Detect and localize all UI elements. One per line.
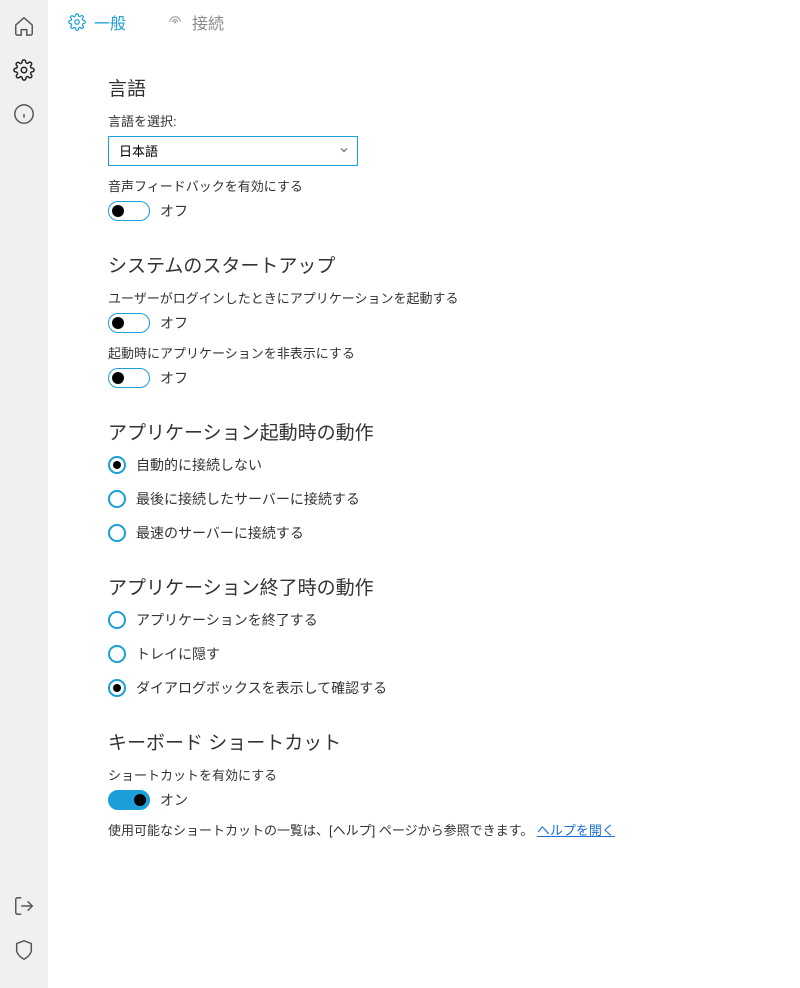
enable-shortcuts-toggle[interactable] bbox=[108, 790, 150, 810]
toggle-state-label: オン bbox=[160, 790, 188, 810]
settings-content: 言語 言語を選択: 日本語 音声フィードバックを有効にする オフ システムのスタ… bbox=[48, 44, 800, 909]
radio-last-server[interactable]: 最後に接続したサーバーに接続する bbox=[108, 489, 760, 509]
voice-feedback-toggle[interactable] bbox=[108, 201, 150, 221]
radio-confirm-dialog[interactable]: ダイアログボックスを表示して確認する bbox=[108, 678, 760, 698]
gear-icon bbox=[68, 13, 86, 31]
section-shortcuts: キーボード ショートカット ショートカットを有効にする オン 使用可能なショート… bbox=[108, 728, 760, 839]
section-title: システムのスタートアップ bbox=[108, 251, 760, 278]
language-select-label: 言語を選択: bbox=[108, 111, 760, 130]
launch-on-login-toggle[interactable] bbox=[108, 313, 150, 333]
signal-icon bbox=[166, 13, 184, 31]
tab-label: 一般 bbox=[94, 10, 126, 34]
help-text-body: 使用可能なショートカットの一覧は、[ヘルプ] ページから参照できます。 bbox=[108, 823, 537, 838]
shortcuts-help-text: 使用可能なショートカットの一覧は、[ヘルプ] ページから参照できます。 ヘルプを… bbox=[108, 820, 760, 839]
info-icon[interactable] bbox=[6, 96, 42, 132]
radio-quit-app[interactable]: アプリケーションを終了する bbox=[108, 610, 760, 630]
radio-label: ダイアログボックスを表示して確認する bbox=[136, 678, 387, 698]
tab-connection[interactable]: 接続 bbox=[166, 2, 224, 42]
radio-no-auto-connect[interactable]: 自動的に接続しない bbox=[108, 455, 760, 475]
radio-fastest-server[interactable]: 最速のサーバーに接続する bbox=[108, 523, 760, 543]
tab-bar: 一般 接続 bbox=[48, 0, 800, 44]
radio-label: アプリケーションを終了する bbox=[136, 610, 318, 630]
radio-label: トレイに隠す bbox=[136, 644, 220, 664]
radio-icon bbox=[108, 524, 126, 542]
section-title: 言語 bbox=[108, 74, 760, 101]
toggle-state-label: オフ bbox=[160, 313, 188, 333]
toggle-state-label: オフ bbox=[160, 368, 188, 388]
radio-icon bbox=[108, 645, 126, 663]
tab-general[interactable]: 一般 bbox=[68, 2, 126, 42]
open-help-link[interactable]: ヘルプを開く bbox=[537, 823, 615, 838]
tab-label: 接続 bbox=[192, 10, 224, 34]
sidebar bbox=[0, 0, 48, 988]
language-select[interactable]: 日本語 bbox=[108, 136, 358, 166]
section-on-close: アプリケーション終了時の動作 アプリケーションを終了する トレイに隠す ダイアロ… bbox=[108, 573, 760, 698]
radio-icon bbox=[108, 679, 126, 697]
settings-icon[interactable] bbox=[6, 52, 42, 88]
shield-icon[interactable] bbox=[6, 932, 42, 968]
radio-label: 最速のサーバーに接続する bbox=[136, 523, 304, 543]
exit-icon[interactable] bbox=[6, 888, 42, 924]
section-title: アプリケーション起動時の動作 bbox=[108, 418, 760, 445]
toggle-state-label: オフ bbox=[160, 201, 188, 221]
hide-on-launch-toggle[interactable] bbox=[108, 368, 150, 388]
section-language: 言語 言語を選択: 日本語 音声フィードバックを有効にする オフ bbox=[108, 74, 760, 221]
section-title: アプリケーション終了時の動作 bbox=[108, 573, 760, 600]
home-icon[interactable] bbox=[6, 8, 42, 44]
radio-label: 最後に接続したサーバーに接続する bbox=[136, 489, 360, 509]
radio-hide-tray[interactable]: トレイに隠す bbox=[108, 644, 760, 664]
section-startup: システムのスタートアップ ユーザーがログインしたときにアプリケーションを起動する… bbox=[108, 251, 760, 388]
radio-icon bbox=[108, 490, 126, 508]
radio-icon bbox=[108, 456, 126, 474]
launch-on-login-label: ユーザーがログインしたときにアプリケーションを起動する bbox=[108, 288, 760, 307]
radio-icon bbox=[108, 611, 126, 629]
enable-shortcuts-label: ショートカットを有効にする bbox=[108, 765, 760, 784]
main-panel: 一般 接続 言語 言語を選択: 日本語 音声フィードバックを有効にする bbox=[48, 0, 800, 988]
hide-on-launch-label: 起動時にアプリケーションを非表示にする bbox=[108, 343, 760, 362]
radio-label: 自動的に接続しない bbox=[136, 455, 262, 475]
section-on-launch: アプリケーション起動時の動作 自動的に接続しない 最後に接続したサーバーに接続す… bbox=[108, 418, 760, 543]
voice-feedback-label: 音声フィードバックを有効にする bbox=[108, 176, 760, 195]
section-title: キーボード ショートカット bbox=[108, 728, 760, 755]
